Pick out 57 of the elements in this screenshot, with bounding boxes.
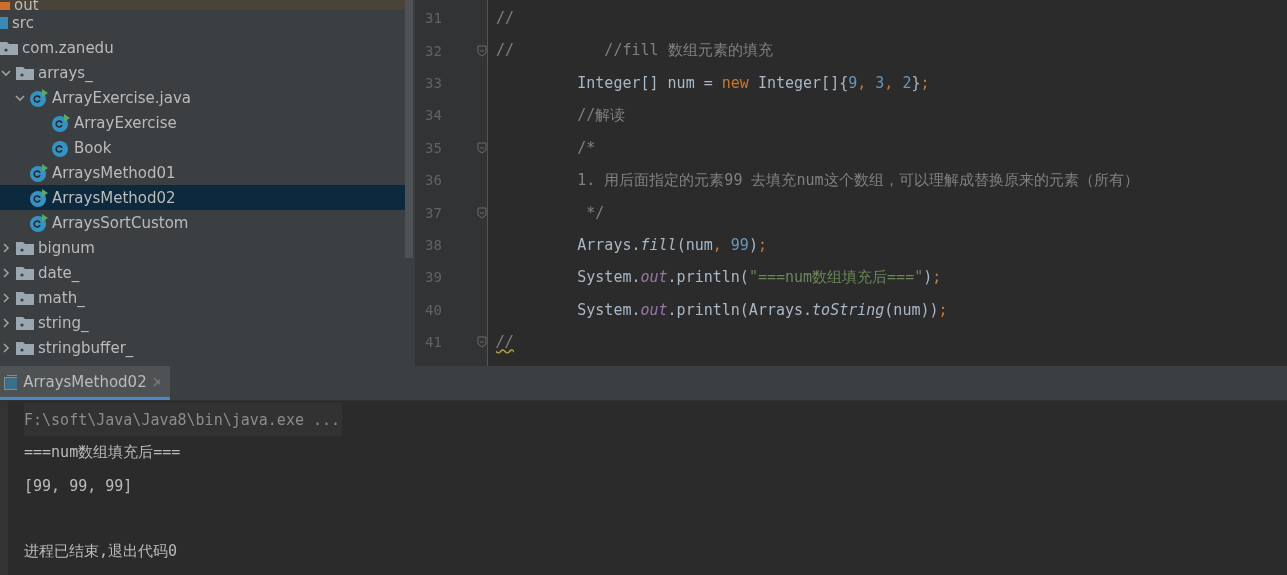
folder-icon xyxy=(0,2,10,10)
tree-item-label[interactable]: ArrayExercise.java xyxy=(52,88,191,107)
chevron-right-icon[interactable] xyxy=(0,341,12,354)
code-line: // //fill 数组元素的填充 xyxy=(496,41,773,61)
tree-item-label[interactable]: Book xyxy=(74,138,112,157)
tree-item-label[interactable]: stringbuffer_ xyxy=(38,338,134,357)
selected-tree-row[interactable]: ArraysMethod02 xyxy=(0,185,405,210)
code-line: 1. 用后面指定的元素99 去填充num这个数组，可以理解成替换原来的元素（所有） xyxy=(576,170,1139,190)
console-icon xyxy=(4,373,18,390)
package-folder-icon xyxy=(16,340,34,355)
class-icon xyxy=(52,138,70,157)
chevron-right-icon[interactable] xyxy=(0,266,12,279)
tree-item-label[interactable]: out xyxy=(14,0,39,10)
code-line: // xyxy=(496,333,515,352)
console-output-line: 进程已结束,退出代码0 xyxy=(24,541,179,562)
code-line: //解读 xyxy=(576,105,626,125)
runnable-class-icon xyxy=(30,163,48,182)
package-folder-icon xyxy=(16,65,34,80)
package-folder-icon xyxy=(16,240,34,255)
runnable-class-icon xyxy=(30,213,48,232)
package-folder-icon xyxy=(16,265,34,280)
folder-icon xyxy=(0,16,8,29)
tree-item-label[interactable]: ArraysSortCustom xyxy=(52,213,189,232)
package-folder-icon xyxy=(16,290,34,305)
code-line: /* xyxy=(576,138,596,157)
run-tab[interactable]: ArraysMethod02 xyxy=(0,366,170,400)
chevron-right-icon[interactable] xyxy=(0,291,12,304)
tree-item-label[interactable]: date_ xyxy=(38,263,80,282)
tree-item-label[interactable]: bignum xyxy=(38,238,95,257)
tree-item-label[interactable]: ArraysMethod02 xyxy=(52,188,176,207)
tree-item-label[interactable]: com.zanedu xyxy=(22,38,114,57)
fold-marker-icon[interactable] xyxy=(477,141,487,154)
tree-item-label[interactable]: ArrayExercise xyxy=(74,113,177,132)
console-output-line: ===num数组填充后=== xyxy=(24,442,182,463)
code-line: */ xyxy=(585,203,605,222)
code-line: // xyxy=(496,9,515,28)
runnable-class-icon xyxy=(30,88,48,107)
scrollbar[interactable] xyxy=(405,0,413,258)
tree-item-label[interactable]: string_ xyxy=(38,313,89,332)
runnable-class-icon xyxy=(30,188,48,207)
runnable-class-icon xyxy=(52,113,70,132)
chevron-right-icon[interactable] xyxy=(0,316,12,329)
code-line: System.out.println(Arrays.toString(num)); xyxy=(576,300,948,319)
code-line: Arrays.fill(num, 99); xyxy=(576,235,767,254)
package-folder-icon xyxy=(16,315,34,330)
tree-item-label[interactable]: arrays_ xyxy=(38,63,93,82)
fold-marker-icon[interactable] xyxy=(477,44,487,57)
fold-marker-icon[interactable] xyxy=(477,336,487,349)
tree-item-label[interactable]: math_ xyxy=(38,288,85,307)
chevron-right-icon[interactable] xyxy=(0,241,12,254)
code-line: Integer[] num = new Integer[]{9, 3, 2}; xyxy=(576,73,930,92)
tree-item-label[interactable]: src xyxy=(12,13,34,32)
code-line: System.out.println("===num数组填充后==="); xyxy=(576,267,942,287)
console-output-line: [99, 99, 99] xyxy=(24,475,134,497)
tab-label: ArraysMethod02 xyxy=(23,372,147,391)
tree-item-label[interactable]: ArraysMethod01 xyxy=(52,163,176,182)
fold-marker-icon[interactable] xyxy=(477,206,487,219)
